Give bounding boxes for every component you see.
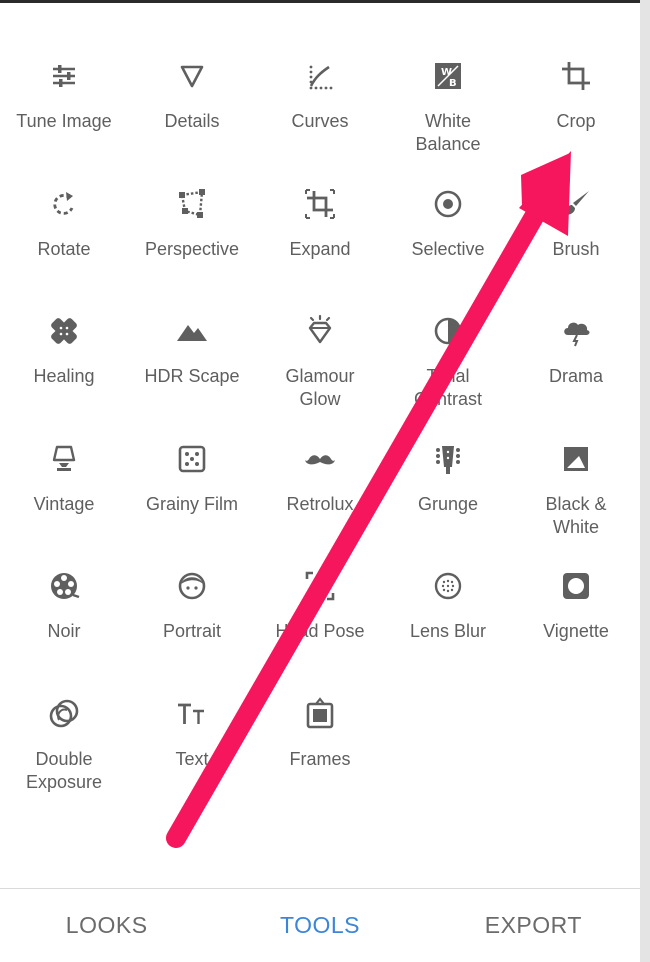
vignette-icon (556, 566, 596, 606)
svg-text:B: B (449, 78, 457, 89)
tool-label: HDR Scape (144, 366, 240, 386)
top-bar-edge (0, 0, 640, 3)
tool-selective[interactable]: Selective (384, 170, 512, 298)
tool-drama[interactable]: Drama (512, 297, 640, 425)
tool-retrolux[interactable]: Retrolux (256, 425, 384, 553)
expand-icon (300, 184, 340, 224)
mustache-icon (300, 439, 340, 479)
sliders-icon (44, 56, 84, 96)
tab-export[interactable]: EXPORT (427, 889, 640, 962)
double-exposure-icon (44, 694, 84, 734)
guitar-head-icon (428, 439, 468, 479)
tool-head-pose[interactable]: Head Pose (256, 552, 384, 680)
face-icon (172, 566, 212, 606)
tool-label: Noir (47, 621, 81, 641)
tool-label: Text (175, 748, 209, 769)
tool-vintage[interactable]: Vintage (0, 425, 128, 553)
mountains-icon (172, 311, 212, 351)
tool-expand[interactable]: Expand (256, 170, 384, 298)
tool-grainy-film[interactable]: Grainy Film (128, 425, 256, 553)
tool-label: Retrolux (286, 493, 354, 514)
tool-crop[interactable]: Crop (512, 42, 640, 170)
brush-icon (556, 184, 596, 224)
tool-label: Vignette (543, 621, 609, 641)
tool-label: Drama (548, 366, 603, 386)
film-reel-icon (44, 566, 84, 606)
tool-label: Crop (556, 111, 596, 131)
diamond-icon (300, 311, 340, 351)
tool-brush[interactable]: Brush (512, 170, 640, 298)
tool-white-balance[interactable]: W B White Balance (384, 42, 512, 170)
tools-grid: Tune Image Details Curves W B White Balance Cr… (0, 42, 640, 807)
tool-hdr-scape[interactable]: HDR Scape (128, 297, 256, 425)
tool-tune-image[interactable]: Tune Image (0, 42, 128, 170)
tool-portrait[interactable]: Portrait (128, 552, 256, 680)
tool-tonal-contrast[interactable]: Tonal Contrast (384, 297, 512, 425)
target-icon (428, 184, 468, 224)
bottom-navigation: LOOKS TOOLS EXPORT (0, 889, 640, 962)
lamp-icon (44, 439, 84, 479)
perspective-icon (172, 184, 212, 224)
tool-label: Rotate (37, 238, 91, 259)
triangle-down-icon (172, 56, 212, 96)
tool-label: Selective (411, 238, 485, 259)
tool-label: Brush (552, 238, 600, 259)
tool-double-exposure[interactable]: Double Exposure (0, 680, 128, 808)
tool-label: Glamour Glow (285, 366, 355, 409)
tool-label: Perspective (144, 238, 240, 259)
tonal-contrast-icon (428, 311, 468, 351)
tool-glamour-glow[interactable]: Glamour Glow (256, 297, 384, 425)
tool-label: Details (164, 111, 220, 131)
tool-details[interactable]: Details (128, 42, 256, 170)
tool-rotate[interactable]: Rotate (0, 170, 128, 298)
tool-black-white[interactable]: Black & White (512, 425, 640, 553)
tool-vignette[interactable]: Vignette (512, 552, 640, 680)
tool-label: Curves (291, 111, 349, 131)
curves-icon (300, 56, 340, 96)
tool-label: Double Exposure (25, 748, 103, 792)
tool-grunge[interactable]: Grunge (384, 425, 512, 553)
tool-label: Portrait (162, 621, 222, 641)
tool-healing[interactable]: Healing (0, 297, 128, 425)
tool-perspective[interactable]: Perspective (128, 170, 256, 298)
tab-tools[interactable]: TOOLS (213, 889, 426, 962)
screen-edge (640, 0, 650, 962)
tool-label: Healing (33, 366, 95, 386)
svg-text:W: W (441, 67, 452, 78)
tool-label: Tune Image (16, 111, 112, 131)
head-pose-icon (300, 566, 340, 606)
tool-label: Vintage (33, 493, 95, 514)
tool-curves[interactable]: Curves (256, 42, 384, 170)
crop-icon (556, 56, 596, 96)
tool-label: Frames (289, 748, 351, 769)
lens-blur-icon (428, 566, 468, 606)
tool-label: Lens Blur (409, 621, 487, 641)
tool-noir[interactable]: Noir (0, 552, 128, 680)
tool-label: White Balance (415, 111, 481, 154)
tool-label: Expand (289, 238, 351, 259)
tool-label: Tonal Contrast (413, 366, 483, 409)
tool-label: Black & White (545, 493, 607, 537)
storm-cloud-icon (556, 311, 596, 351)
tool-text[interactable]: Text (128, 680, 256, 808)
frame-icon (300, 694, 340, 734)
bandage-icon (44, 311, 84, 351)
tool-label: Grunge (417, 493, 479, 514)
tab-looks[interactable]: LOOKS (0, 889, 213, 962)
rotate-icon (44, 184, 84, 224)
tool-label: Grainy Film (145, 493, 238, 514)
app-screen: Tune Image Details Curves W B White Balance Cr… (0, 0, 640, 962)
black-white-icon (556, 439, 596, 479)
white-balance-icon: WB (428, 56, 468, 96)
tool-lens-blur[interactable]: Lens Blur (384, 552, 512, 680)
tool-label: Head Pose (275, 621, 365, 641)
text-icon (172, 694, 212, 734)
grain-dice-icon (172, 439, 212, 479)
tool-frames[interactable]: Frames (256, 680, 384, 808)
